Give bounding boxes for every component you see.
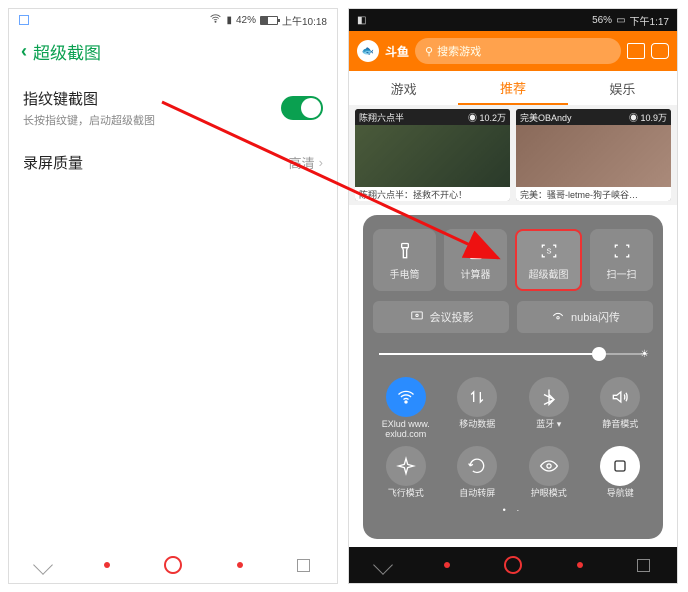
shortcut-calculator[interactable]: 计算器 (444, 229, 507, 291)
stream-card[interactable]: 陈翔六点半◉ 10.2万 陈翔六点半：拯救不开心！ (355, 109, 510, 201)
navkey-icon (600, 446, 640, 486)
quick-bluetooth[interactable]: 蓝牙 ▾ (516, 377, 582, 440)
share-icon (550, 309, 566, 326)
nav-home-icon[interactable] (504, 556, 522, 574)
scan-icon (611, 240, 633, 262)
row-subtitle: 长按指纹键，启动超级截图 (23, 112, 155, 128)
tab-games[interactable]: 游戏 (349, 71, 458, 105)
camera-icon[interactable] (651, 43, 669, 59)
tab-entertainment[interactable]: 娱乐 (568, 71, 677, 105)
settings-phone: ▮ 42% 上午10:18 ‹ 超级截图 指纹键截图 长按指纹键，启动超级截图 … (8, 8, 338, 584)
quick-eye[interactable]: 护眼模式 (516, 446, 582, 499)
battery-icon: ▭ (616, 15, 625, 26)
quick-airplane[interactable]: 飞行模式 (373, 446, 439, 499)
history-icon[interactable] (627, 43, 645, 59)
svg-text:S: S (546, 246, 551, 255)
quick-navkey[interactable]: 导航键 (588, 446, 654, 499)
fingerprint-toggle[interactable] (281, 96, 323, 120)
stream-card[interactable]: 完美OBAndy◉ 10.9万 完美：骚哥-letme-狗子峡谷… (516, 109, 671, 201)
status-bar: ◧ 56% ▭ 下午1:17 (349, 9, 677, 31)
stream-cards: 陈翔六点半◉ 10.2万 陈翔六点半：拯救不开心！ 完美OBAndy◉ 10.9… (349, 105, 677, 205)
quick-data[interactable]: 移动数据 (445, 377, 511, 440)
quick-mute[interactable]: 静音模式 (588, 377, 654, 440)
nav-recent-icon[interactable] (637, 559, 650, 572)
eye-icon (529, 446, 569, 486)
category-tabs: 游戏 推荐 娱乐 (349, 71, 677, 105)
nav-bar (349, 547, 677, 583)
row-title: 指纹键截图 (23, 88, 155, 109)
page-dots: • · (373, 505, 653, 515)
nav-dot-icon[interactable] (444, 562, 450, 568)
shortcut-flashlight[interactable]: 手电筒 (373, 229, 436, 291)
battery-icon (260, 16, 278, 25)
page-header: ‹ 超级截图 (9, 31, 337, 76)
screenshot-icon: S (538, 240, 560, 262)
widebtn-share[interactable]: nubia闪传 (517, 301, 653, 333)
wifi-icon (209, 12, 222, 28)
nav-home-icon[interactable] (164, 556, 182, 574)
signal-icon: ▮ (226, 15, 232, 26)
status-bar: ▮ 42% 上午10:18 (9, 9, 337, 31)
nav-back-icon[interactable] (33, 555, 53, 575)
mute-icon (600, 377, 640, 417)
setting-row-fingerprint[interactable]: 指纹键截图 长按指纹键，启动超级截图 (9, 76, 337, 140)
shortcut-screenshot[interactable]: S超级截图 (515, 229, 582, 291)
app-logo-text: 斗鱼 (385, 43, 409, 60)
nav-dot-icon[interactable] (237, 562, 243, 568)
status-time: 下午1:17 (630, 13, 669, 28)
nav-bar (9, 547, 337, 583)
widebtn-cast[interactable]: 会议投影 (373, 301, 509, 333)
app-topbar: 🐟 斗鱼 ⚲ 搜索游戏 (349, 31, 677, 71)
search-placeholder: 搜索游戏 (437, 43, 481, 59)
page-title: 超级截图 (33, 39, 101, 64)
quick-rotate[interactable]: 自动转屏 (445, 446, 511, 499)
shortcut-scan[interactable]: 扫一扫 (590, 229, 653, 291)
row-title: 录屏质量 (23, 152, 83, 173)
notif-icon (19, 15, 29, 25)
search-input[interactable]: ⚲ 搜索游戏 (415, 38, 621, 64)
carrier-icon: ◧ (357, 15, 366, 26)
bluetooth-icon (529, 377, 569, 417)
control-center: 手电筒计算器S超级截图扫一扫 会议投影nubia闪传 ☀ EXlud www.e… (363, 215, 663, 539)
flashlight-icon (394, 240, 416, 262)
quick-wifi[interactable]: EXlud www.exlud.com (373, 377, 439, 440)
row-value: 高清 (289, 153, 315, 172)
search-icon: ⚲ (425, 45, 433, 58)
back-button[interactable]: ‹ (21, 41, 27, 62)
rotate-icon (457, 446, 497, 486)
signal-pct: 56% (592, 15, 612, 26)
status-time: 上午10:18 (282, 13, 327, 28)
tab-recommend[interactable]: 推荐 (458, 71, 567, 105)
cast-icon (409, 309, 425, 326)
nav-back-icon[interactable] (373, 555, 393, 575)
nav-recent-icon[interactable] (297, 559, 310, 572)
wifi-icon (386, 377, 426, 417)
setting-row-quality[interactable]: 录屏质量 高清 › (9, 140, 337, 185)
app-logo-icon[interactable]: 🐟 (357, 40, 379, 62)
chevron-right-icon: › (319, 155, 323, 170)
nav-dot-icon[interactable] (577, 562, 583, 568)
battery-pct: 42% (236, 15, 256, 26)
airplane-icon (386, 446, 426, 486)
control-center-phone: ◧ 56% ▭ 下午1:17 🐟 斗鱼 ⚲ 搜索游戏 游戏 推荐 娱乐 陈翔六点… (348, 8, 678, 584)
sun-icon: ☀ (640, 349, 649, 360)
data-icon (457, 377, 497, 417)
calculator-icon (465, 240, 487, 262)
brightness-slider[interactable]: ☀ (379, 345, 647, 363)
nav-dot-icon[interactable] (104, 562, 110, 568)
